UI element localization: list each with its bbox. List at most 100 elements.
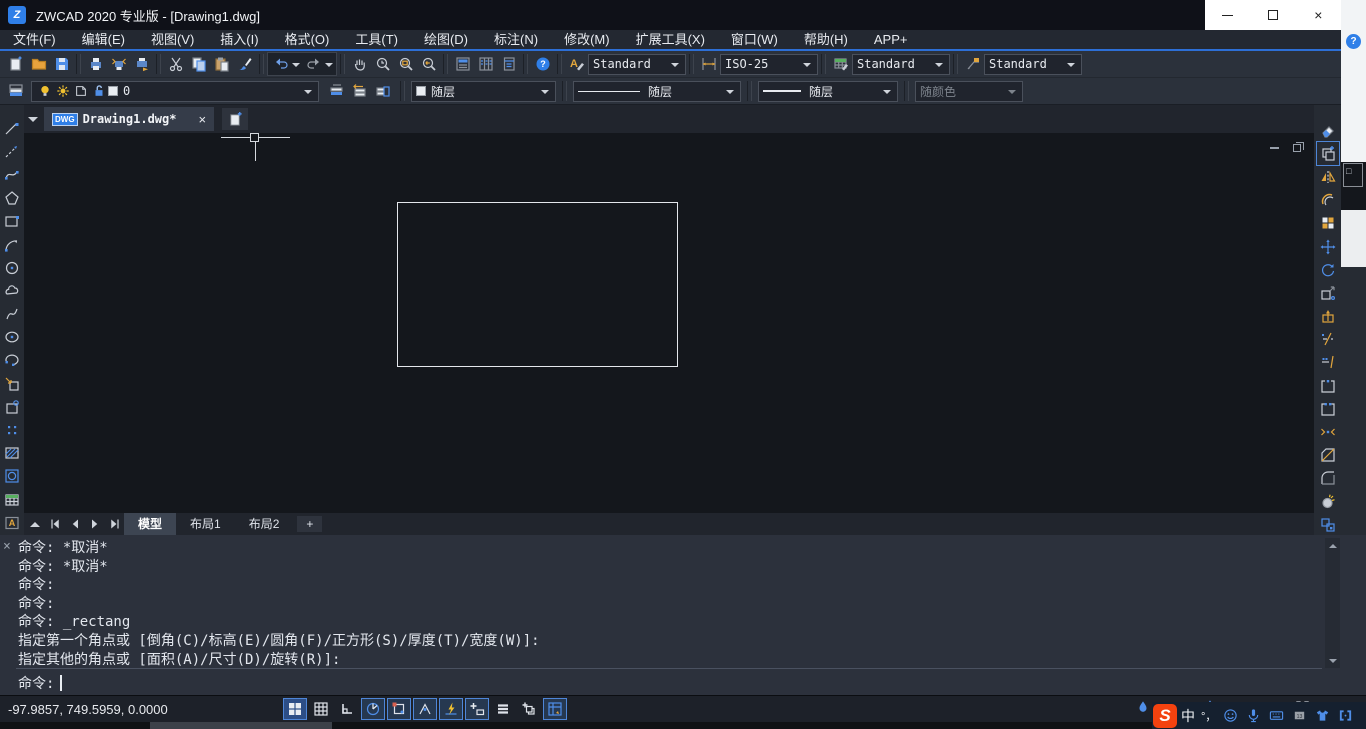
scroll-down-icon[interactable] <box>1325 654 1340 668</box>
extend-icon[interactable] <box>1317 351 1339 374</box>
fillet-icon[interactable] <box>1317 467 1339 490</box>
layer-previous-icon[interactable] <box>348 80 371 102</box>
new-file-icon[interactable] <box>4 53 27 75</box>
table-style-select[interactable]: Standard <box>852 53 950 75</box>
viewport-maximize-toggle[interactable] <box>543 698 567 720</box>
design-center-icon[interactable] <box>474 53 497 75</box>
point-icon[interactable] <box>1 418 23 441</box>
chamfer-icon[interactable] <box>1317 444 1339 467</box>
new-document-button[interactable] <box>222 108 249 130</box>
layer-properties-icon[interactable] <box>4 80 27 102</box>
properties-palette-icon[interactable] <box>451 53 474 75</box>
menu-app-plus[interactable]: APP+ <box>861 30 921 49</box>
rotate-icon[interactable] <box>1317 258 1339 281</box>
menu-file[interactable]: 文件(F) <box>0 30 69 49</box>
drawing-canvas[interactable]: × <box>24 133 1341 513</box>
menu-modify[interactable]: 修改(M) <box>551 30 623 49</box>
erase-icon[interactable] <box>1317 119 1339 142</box>
mdi-minimize-button[interactable] <box>1267 141 1281 155</box>
arc-icon[interactable] <box>1 233 23 256</box>
grid-toggle[interactable] <box>309 698 333 720</box>
spline-icon[interactable] <box>1 303 23 326</box>
lineweight-toggle[interactable] <box>491 698 515 720</box>
zoom-previous-icon[interactable] <box>417 53 440 75</box>
explode-icon[interactable] <box>1317 490 1339 513</box>
minimize-button[interactable] <box>1205 0 1250 30</box>
circle-icon[interactable] <box>1 256 23 279</box>
menu-dimension[interactable]: 标注(N) <box>481 30 551 49</box>
paste-icon[interactable] <box>210 53 233 75</box>
tab-layout1[interactable]: 布局1 <box>176 513 235 535</box>
polar-toggle[interactable] <box>361 698 385 720</box>
ellipse-icon[interactable] <box>1 326 23 349</box>
linetype-control-select[interactable]: 随层 <box>573 80 741 102</box>
ime-emoji-icon[interactable] <box>1220 705 1241 727</box>
copy-clipboard-icon[interactable] <box>187 53 210 75</box>
break-icon[interactable] <box>1317 397 1339 420</box>
document-tab-drawing1[interactable]: DWG Drawing1.dwg* × <box>44 107 215 131</box>
zoom-realtime-icon[interactable] <box>371 53 394 75</box>
otrack-toggle[interactable] <box>413 698 437 720</box>
layer-on-bulb-icon[interactable] <box>36 80 54 102</box>
right-scrollbar[interactable] <box>1341 210 1366 267</box>
array-icon[interactable] <box>1317 212 1339 235</box>
lineweight-control-select[interactable]: 随层 <box>758 80 898 102</box>
menu-express[interactable]: 扩展工具(X) <box>623 30 718 49</box>
command-expand-button[interactable] <box>26 515 44 533</box>
plot-publish-icon[interactable] <box>130 53 153 75</box>
print-preview-icon[interactable] <box>107 53 130 75</box>
prev-layout-button[interactable] <box>66 515 84 533</box>
move-icon[interactable] <box>1317 235 1339 258</box>
selection-cycling-toggle[interactable] <box>517 698 541 720</box>
redo-dropdown-icon[interactable] <box>325 62 333 71</box>
polygon-icon[interactable] <box>1 187 23 210</box>
ime-mode-toggle[interactable]: 中 <box>1179 706 1197 726</box>
save-icon[interactable] <box>50 53 73 75</box>
tool-palettes-icon[interactable] <box>497 53 520 75</box>
menu-format[interactable]: 格式(O) <box>272 30 343 49</box>
xline-icon[interactable] <box>1 140 23 163</box>
osnap-toggle[interactable] <box>387 698 411 720</box>
command-input[interactable]: 命令: <box>18 673 63 693</box>
break-at-point-icon[interactable] <box>1317 374 1339 397</box>
help-icon[interactable]: ? <box>531 53 554 75</box>
ellipse-arc-icon[interactable] <box>1 349 23 372</box>
mirror-icon[interactable] <box>1317 165 1339 188</box>
join-icon[interactable] <box>1317 420 1339 443</box>
region-icon[interactable] <box>1 465 23 488</box>
menu-help[interactable]: 帮助(H) <box>791 30 861 49</box>
document-tab-close-icon[interactable]: × <box>198 112 206 127</box>
tab-model[interactable]: 模型 <box>124 513 177 535</box>
dim-style-select[interactable]: ISO-25 <box>720 53 818 75</box>
last-layout-button[interactable] <box>106 515 124 533</box>
tab-layout2[interactable]: 布局2 <box>235 513 294 535</box>
first-layout-button[interactable] <box>46 515 64 533</box>
next-layout-button[interactable] <box>86 515 104 533</box>
menu-insert[interactable]: 插入(I) <box>207 30 271 49</box>
ime-voice-icon[interactable] <box>1243 705 1264 727</box>
mleader-style-select[interactable]: Standard <box>984 53 1082 75</box>
ime-skin-icon[interactable] <box>1312 705 1333 727</box>
color-control-select[interactable]: 随层 <box>411 80 556 102</box>
offset-icon[interactable] <box>1317 189 1339 212</box>
dynamic-input-toggle[interactable] <box>465 698 489 720</box>
scale-icon[interactable] <box>1317 281 1339 304</box>
menu-window[interactable]: 窗口(W) <box>718 30 791 49</box>
layer-states-icon[interactable] <box>325 80 348 102</box>
sogou-logo-icon[interactable]: S <box>1153 703 1177 728</box>
lineweight-dropdown-icon[interactable] <box>883 89 891 98</box>
revcloud-icon[interactable] <box>1 279 23 302</box>
copy-icon[interactable] <box>1315 141 1340 167</box>
ime-tool-icon[interactable]: 13 <box>1289 705 1310 727</box>
dynamic-ucs-toggle[interactable] <box>439 698 463 720</box>
hatch-icon[interactable] <box>1 442 23 465</box>
layer-match-icon[interactable] <box>371 80 394 102</box>
linetype-dropdown-icon[interactable] <box>726 89 734 98</box>
menu-edit[interactable]: 编辑(E) <box>69 30 138 49</box>
undo-icon[interactable] <box>269 53 292 75</box>
match-properties-icon[interactable] <box>233 53 256 75</box>
line-icon[interactable] <box>1 117 23 140</box>
layer-plot-icon[interactable] <box>72 80 90 102</box>
close-button[interactable]: × <box>1296 0 1341 30</box>
maximize-button[interactable] <box>1250 0 1295 30</box>
